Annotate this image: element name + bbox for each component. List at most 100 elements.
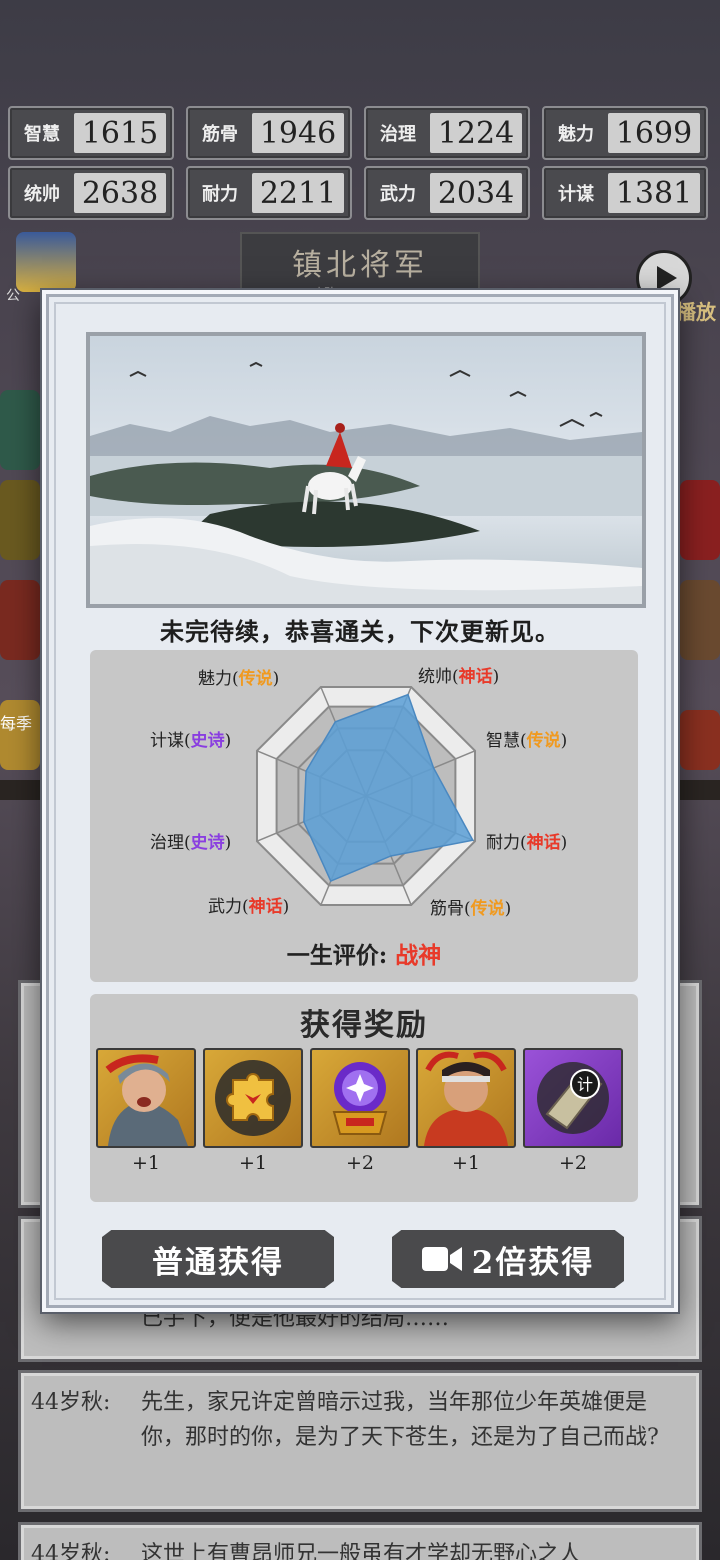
radar-label-physique: 筋骨(传说) (430, 899, 512, 919)
reward-item[interactable]: +1 (96, 1048, 196, 1174)
stat-label: 魅力 (558, 124, 594, 145)
stat-value: 1224 (430, 113, 522, 153)
warrior-portrait-icon (96, 1048, 196, 1148)
radar-attr-name: 统帅 (418, 667, 452, 687)
strategy-scroll-icon: 计 (523, 1048, 623, 1148)
evaluation-result: 战神 (395, 942, 442, 969)
reward-item[interactable]: 计 +2 (523, 1048, 623, 1174)
normal-claim-label: 普通获得 (152, 1244, 284, 1281)
radar-label-command: 统帅(神话) (418, 667, 500, 687)
radar-chart (255, 685, 477, 907)
side-menu-icon[interactable] (0, 480, 40, 560)
radar-attr-name: 治理 (150, 833, 184, 853)
stat-label: 筋骨 (202, 124, 238, 145)
radar-attr-name: 武力 (208, 897, 242, 917)
log-text: 先生，家兄许定曾暗示过我，当年那位少年英雄便是你，那时的你，是为了天下苍生，还是… (141, 1390, 659, 1450)
stat-command: 统帅 2638 (8, 166, 174, 220)
stat-value: 2034 (430, 173, 522, 213)
radar-label-wisdom: 智慧(传说) (486, 731, 568, 751)
stat-governance: 治理 1224 (364, 106, 530, 160)
radar-attr-level: 史诗 (190, 833, 225, 853)
log-entry: 44岁秋: 这世上有曹昂师兄一般虽有才学却无野心之人 (21, 1525, 699, 1560)
stat-label: 统帅 (24, 184, 60, 205)
ending-illustration (86, 332, 646, 608)
stat-label: 智慧 (24, 124, 60, 145)
play-label-text: 播放 (676, 300, 716, 324)
reward-qty: +1 (238, 1152, 267, 1174)
stat-value: 1699 (608, 113, 700, 153)
radar-attr-level: 神话 (248, 897, 283, 917)
stat-label: 计谋 (558, 184, 594, 205)
log-age: 44岁秋: (31, 1542, 111, 1560)
horseman-landscape-image (90, 336, 642, 604)
normal-claim-button[interactable]: 普通获得 (102, 1230, 334, 1288)
side-label-left-text: 公 (6, 288, 20, 304)
radar-attr-level: 史诗 (190, 731, 225, 751)
side-menu-icon[interactable] (680, 580, 720, 660)
reward-qty: +1 (451, 1152, 480, 1174)
evaluation-label: 一生评价: (286, 942, 396, 969)
radar-panel: 统帅(神话) 智慧(传说) 耐力(神话) 筋骨(传说) 武力(神话) 治理(史诗… (90, 650, 638, 982)
reward-item[interactable]: +1 (416, 1048, 516, 1174)
reward-item[interactable]: +2 (310, 1048, 410, 1174)
reward-qty: +2 (558, 1152, 587, 1174)
stat-label: 治理 (380, 124, 416, 145)
double-claim-label: 2倍获得 (471, 1244, 595, 1281)
hero-portrait-icon (416, 1048, 516, 1148)
radar-label-endurance: 耐力(神话) (486, 833, 568, 853)
reward-panel: 获得奖励 +1 +1 +2 +1 计 +2 (90, 994, 638, 1202)
radar-label-charm: 魅力(传说) (198, 669, 280, 689)
log-text: 这世上有曹昂师兄一般虽有才学却无野心之人 (141, 1542, 582, 1560)
stat-value: 1946 (252, 113, 344, 153)
side-menu-icon[interactable] (680, 480, 720, 560)
radar-label-strategy: 计谋(史诗) (150, 731, 232, 751)
play-label: 播放 (676, 296, 720, 326)
stat-label: 耐力 (202, 184, 238, 205)
svg-text:计: 计 (577, 1075, 593, 1094)
double-claim-button[interactable]: 2倍获得 (392, 1230, 624, 1288)
stat-value: 2211 (252, 173, 344, 213)
radar-attr-name: 魅力 (198, 669, 232, 689)
reward-qty: +2 (345, 1152, 374, 1174)
radar-attr-name: 筋骨 (430, 899, 464, 919)
video-camera-icon (421, 1245, 462, 1273)
radar-attr-level: 传说 (470, 899, 505, 919)
log-entry: 44岁秋: 先生，家兄许定曾暗示过我，当年那位少年英雄便是你，那时的你，是为了天… (21, 1373, 699, 1455)
reward-qty: +1 (131, 1152, 160, 1174)
season-icon[interactable]: 每季 (0, 700, 40, 770)
side-menu-icon[interactable] (0, 580, 40, 660)
life-evaluation: 一生评价: 战神 (90, 936, 638, 970)
stat-value: 1615 (74, 113, 166, 153)
puzzle-piece-icon (203, 1048, 303, 1148)
rewards-title: 获得奖励 (300, 1008, 428, 1043)
crystal-orb-icon (310, 1048, 410, 1148)
finish-message: 未完待续，恭喜通关，下次更新见。 (160, 617, 560, 646)
radar-attr-level: 神话 (526, 833, 561, 853)
log-card: 44岁秋: 先生，家兄许定曾暗示过我，当年那位少年英雄便是你，那时的你，是为了天… (18, 1370, 702, 1512)
stat-value: 1381 (608, 173, 700, 213)
reward-item[interactable]: +1 (203, 1048, 303, 1174)
season-label: 每季 (0, 714, 33, 733)
radar-attr-level: 传说 (526, 731, 561, 751)
stat-wisdom: 智慧 1615 (8, 106, 174, 160)
stat-physique: 筋骨 1946 (186, 106, 352, 160)
side-menu-icon[interactable] (680, 710, 720, 770)
stat-endurance: 耐力 2211 (186, 166, 352, 220)
log-age: 44岁秋: (31, 1390, 111, 1415)
stat-charm: 魅力 1699 (542, 106, 708, 160)
side-menu-icon[interactable] (0, 390, 40, 470)
radar-label-governance: 治理(史诗) (150, 833, 232, 853)
radar-attr-name: 计谋 (150, 731, 184, 751)
ending-popup: 未完待续，恭喜通关，下次更新见。 统帅(神话) 智慧(传说) 耐力(神话) 筋骨… (42, 290, 678, 1312)
radar-attr-level: 神话 (458, 667, 493, 687)
rank-title: 镇北将军 (292, 248, 428, 283)
radar-attr-level: 传说 (238, 669, 273, 689)
radar-attr-name: 耐力 (486, 833, 520, 853)
stat-force: 武力 2034 (364, 166, 530, 220)
radar-attr-name: 智慧 (486, 731, 520, 751)
radar-label-force: 武力(神话) (208, 897, 290, 917)
crown-icon[interactable] (16, 232, 76, 292)
stat-value: 2638 (74, 173, 166, 213)
log-card: 44岁秋: 这世上有曹昂师兄一般虽有才学却无野心之人 (18, 1522, 702, 1560)
stat-strategy: 计谋 1381 (542, 166, 708, 220)
